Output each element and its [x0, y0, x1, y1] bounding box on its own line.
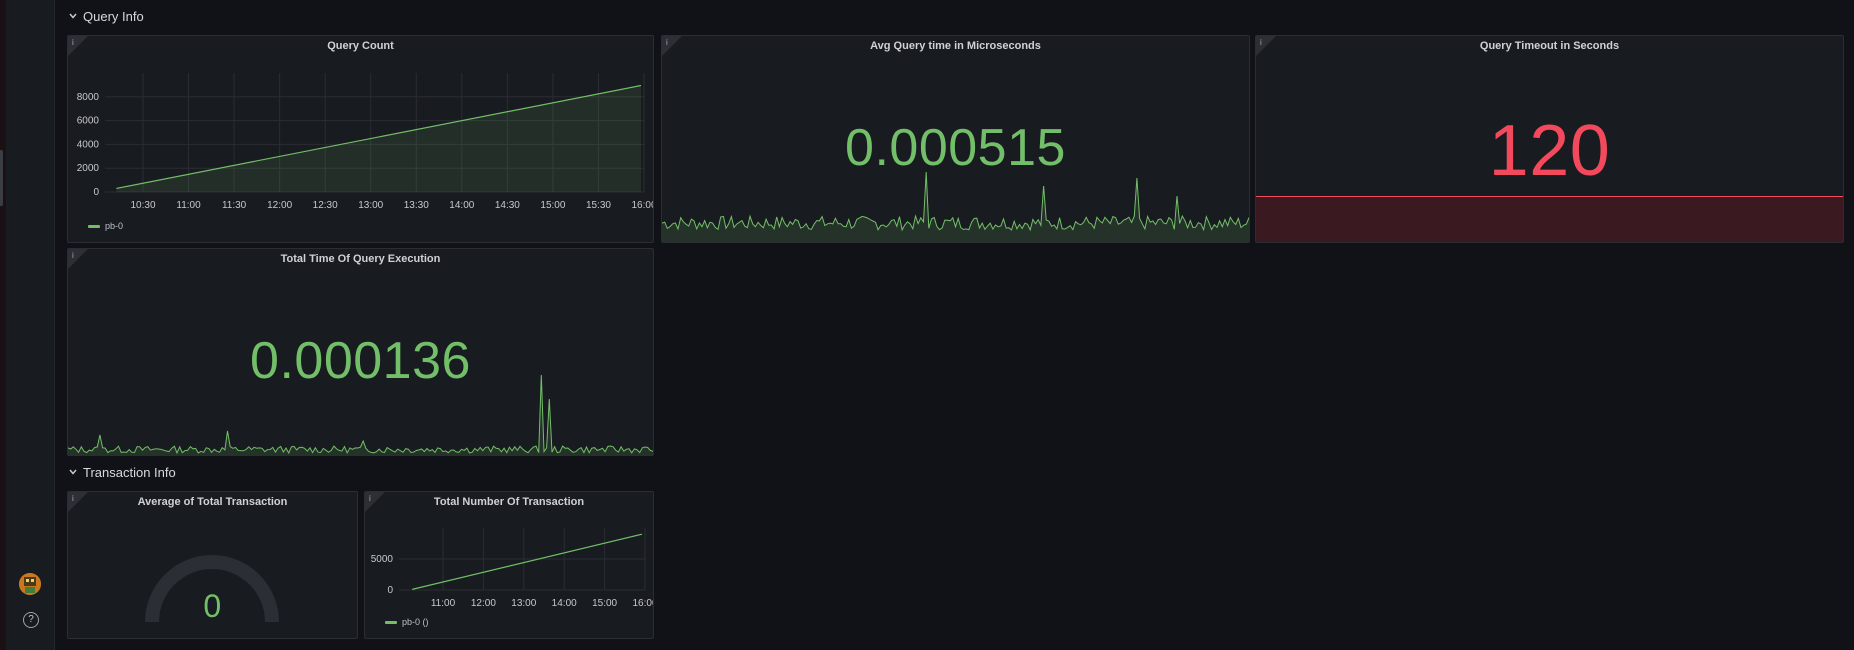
sidebar-resize-handle[interactable]: [0, 150, 3, 206]
query-count-chart[interactable]: 0 2000 4000 6000 8000 10:30 11:00 11:30 12:00 12:…: [68, 36, 653, 242]
sparkline-area: [662, 172, 1249, 242]
panel-query-count[interactable]: i Query Count 0 2000 4000 6000 8000 10:30 11:0…: [67, 35, 654, 243]
panel-title: Total Time Of Query Execution: [280, 253, 441, 265]
x-tick-label: 13:00: [511, 598, 536, 609]
x-tick-label: 12:30: [313, 200, 338, 211]
stat-value: 120: [1488, 111, 1611, 191]
x-tick-label: 13:30: [404, 200, 429, 211]
y-tick-label: 6000: [77, 116, 100, 127]
y-tick-label: 8000: [77, 92, 100, 103]
legend-color-swatch: [88, 224, 100, 228]
stat-value: 0.000136: [250, 332, 471, 390]
stat-value: 0.000515: [845, 119, 1066, 177]
row-header-transaction-info[interactable]: Transaction Info: [68, 462, 176, 482]
legend-item[interactable]: pb-0 (): [385, 617, 429, 627]
x-tick-label: 10:30: [130, 200, 155, 211]
chevron-down-icon: [69, 13, 77, 19]
x-tick-label: 11:00: [176, 200, 201, 211]
y-tick-label: 0: [93, 187, 99, 198]
x-tick-label: 14:00: [449, 200, 474, 211]
row-header-query-info[interactable]: Query Info: [68, 6, 144, 26]
legend-label: pb-0 (): [402, 617, 429, 627]
panel-title: Query Timeout in Seconds: [1479, 40, 1620, 52]
y-tick-label: 0: [387, 585, 393, 596]
left-sidebar: ?: [0, 0, 55, 650]
panel-total-time-query-execution[interactable]: i Total Time Of Query Execution 0.000136: [67, 248, 654, 456]
legend-item[interactable]: pb-0: [88, 221, 123, 231]
x-tick-label: 14:30: [495, 200, 520, 211]
x-tick-label: 14:00: [552, 598, 577, 609]
x-tick-label: 12:00: [471, 598, 496, 609]
x-tick-label: 16:00: [632, 598, 653, 609]
panel-average-total-transaction[interactable]: i Average of Total Transaction 0: [67, 491, 358, 639]
legend-color-swatch: [385, 620, 397, 624]
help-icon[interactable]: ?: [23, 612, 39, 628]
x-tick-label: 16:00: [631, 200, 653, 211]
panel-query-timeout[interactable]: i Query Timeout in Seconds 120: [1255, 35, 1844, 243]
panel-avg-query-time[interactable]: i Avg Query time in Microseconds 0.00051…: [661, 35, 1250, 243]
sidebar-edge: [0, 0, 6, 650]
row-title: Query Info: [83, 8, 144, 24]
x-tick-label: 11:30: [222, 200, 247, 211]
avatar-image: [19, 573, 41, 595]
x-tick-label: 15:00: [592, 598, 617, 609]
panel-title: Avg Query time in Microseconds: [870, 40, 1041, 52]
row-title: Transaction Info: [83, 464, 176, 480]
chevron-down-icon: [69, 469, 77, 475]
y-tick-label: 5000: [371, 554, 394, 565]
stat-value: 0: [203, 588, 222, 624]
user-avatar[interactable]: [19, 573, 41, 595]
x-tick-label: 15:30: [586, 200, 611, 211]
panel-total-number-transaction[interactable]: i Total Number Of Transaction 0 5000 11:00…: [364, 491, 654, 639]
series-line: [412, 533, 643, 590]
x-tick-label: 11:00: [431, 598, 456, 609]
x-tick-label: 13:00: [358, 200, 383, 211]
x-tick-label: 12:00: [267, 200, 292, 211]
threshold-fill: [1256, 196, 1843, 242]
y-tick-label: 2000: [77, 163, 100, 174]
x-tick-label: 15:00: [540, 200, 565, 211]
legend-label: pb-0: [105, 221, 124, 231]
y-tick-label: 4000: [77, 139, 100, 150]
